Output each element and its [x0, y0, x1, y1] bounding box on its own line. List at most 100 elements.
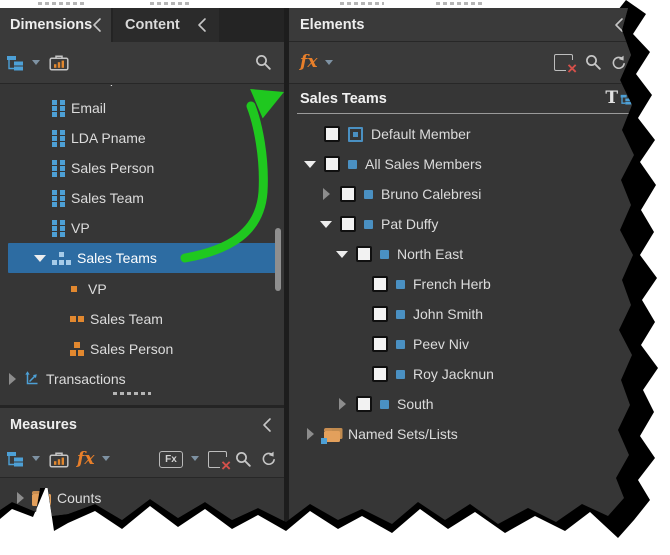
tree-row-sales-person-level[interactable]: Sales Person: [0, 334, 284, 364]
collapse-chevron-icon[interactable]: [197, 17, 207, 33]
checkbox[interactable]: [324, 156, 340, 172]
checkbox[interactable]: [324, 126, 340, 142]
left-column: Dimensions Content: [0, 8, 284, 555]
hierarchy-icon: [52, 252, 71, 265]
member-icon: [380, 400, 389, 409]
folder-icon: [32, 524, 51, 536]
chevron-down-icon[interactable]: [191, 456, 200, 462]
tab-content[interactable]: Content: [113, 8, 219, 42]
tree-item-label: Sales Team: [90, 311, 163, 327]
collapse-triangle-icon[interactable]: [304, 157, 316, 171]
element-label: Pat Duffy: [381, 216, 438, 232]
expand-icon[interactable]: [6, 372, 18, 386]
attribute-grid-icon: [52, 220, 65, 237]
chevron-down-icon[interactable]: [325, 60, 334, 66]
measure-case-icon[interactable]: [49, 451, 69, 468]
clear-selection-icon[interactable]: [554, 54, 573, 71]
element-row-south[interactable]: South: [289, 389, 670, 419]
element-row-john-smith[interactable]: John Smith: [289, 299, 670, 329]
tree-row-email[interactable]: Email: [0, 93, 284, 123]
search-icon[interactable]: [255, 54, 272, 71]
level-1-icon: [70, 286, 82, 292]
chevron-down-icon[interactable]: [32, 456, 41, 462]
named-sets-folder-icon: [324, 431, 340, 442]
element-row-peev-niv[interactable]: Peev Niv: [289, 329, 670, 359]
scrollbar-thumb[interactable]: [275, 228, 281, 291]
checkbox[interactable]: [372, 306, 388, 322]
title-separator: [297, 113, 634, 114]
element-row-all-sales-members[interactable]: All Sales Members: [289, 149, 670, 179]
tree-row-lda-pname[interactable]: LDA Pname: [0, 123, 284, 153]
element-label: John Smith: [413, 306, 483, 322]
element-row-french-herb[interactable]: French Herb: [289, 269, 670, 299]
checkbox[interactable]: [372, 366, 388, 382]
element-row-named-sets[interactable]: Named Sets/Lists: [289, 419, 670, 449]
element-row-pat-duffy[interactable]: Pat Duffy: [289, 209, 670, 239]
expand-icon[interactable]: [14, 491, 26, 505]
dimensions-toolbar: [0, 42, 284, 84]
fx-formula-icon[interactable]: fx: [77, 451, 94, 468]
attribute-grid-icon: [52, 160, 65, 177]
tree-view-icon[interactable]: [6, 451, 24, 467]
refresh-icon[interactable]: [260, 451, 276, 467]
search-icon[interactable]: [235, 451, 252, 468]
measures-header: Measures: [0, 408, 284, 441]
element-label: North East: [397, 246, 463, 262]
element-row-default-member[interactable]: Default Member: [289, 119, 670, 149]
tree-row-sales-team[interactable]: Sales Team: [0, 183, 284, 213]
tab-dimensions[interactable]: Dimensions: [0, 8, 111, 42]
expand-icon[interactable]: [320, 187, 332, 201]
chevron-down-icon[interactable]: [102, 456, 111, 462]
expand-icon[interactable]: [14, 521, 26, 535]
tree-item-label: LDA Pname: [71, 130, 146, 146]
torn-dots: [340, 2, 384, 5]
tree-row-sales-teams-selected[interactable]: Sales Teams: [8, 243, 278, 273]
expand-icon[interactable]: [336, 397, 348, 411]
tree-view-icon[interactable]: [6, 55, 24, 71]
collapse-chevron-icon[interactable]: [92, 17, 102, 33]
tree-row-vp[interactable]: VP: [0, 213, 284, 243]
tree-row-clipped[interactable]: Sales People: [0, 85, 284, 93]
measure-case-icon[interactable]: [49, 54, 69, 71]
tree-row-sales-team-level[interactable]: Sales Team: [0, 304, 284, 334]
element-row-north-east[interactable]: North East: [289, 239, 670, 269]
collapse-triangle-icon[interactable]: [336, 247, 348, 261]
measure-label: Counts: [57, 490, 101, 506]
collapse-triangle-icon[interactable]: [34, 251, 46, 265]
collapse-triangle-icon[interactable]: [320, 217, 332, 231]
fx-folder-icon[interactable]: Fx: [159, 451, 183, 468]
checkbox[interactable]: [372, 276, 388, 292]
tree-item-label: VP: [71, 220, 90, 236]
checkbox[interactable]: [340, 216, 356, 232]
torn-dots: [150, 2, 190, 5]
level-3-icon: [70, 342, 84, 356]
tree-item-label: VP: [88, 281, 107, 297]
chevron-down-icon[interactable]: [32, 60, 41, 66]
tree-row-transactions[interactable]: Transactions: [0, 364, 284, 394]
collapse-chevron-icon[interactable]: [262, 417, 272, 433]
element-label: Peev Niv: [413, 336, 469, 352]
measures-toolbar: fx Fx: [0, 441, 284, 478]
element-row-roy-jacknun[interactable]: Roy Jacknun: [289, 359, 670, 389]
clear-selection-icon[interactable]: [208, 451, 227, 468]
checkbox[interactable]: [356, 396, 372, 412]
checkbox[interactable]: [372, 336, 388, 352]
expand-icon[interactable]: [304, 427, 316, 441]
hierarchy-title: Sales Teams: [300, 91, 387, 107]
element-row-bruno-calebresi[interactable]: Bruno Calebresi: [289, 179, 670, 209]
member-icon: [396, 370, 405, 379]
torn-dots: [436, 2, 484, 5]
element-label: Default Member: [371, 126, 471, 142]
tree-row-sales-person[interactable]: Sales Person: [0, 153, 284, 183]
member-icon: [348, 160, 357, 169]
element-label: Named Sets/Lists: [348, 426, 458, 442]
torn-dots: [113, 392, 151, 395]
search-icon[interactable]: [585, 54, 602, 71]
fx-formula-icon[interactable]: fx: [300, 54, 317, 71]
checkbox[interactable]: [340, 186, 356, 202]
tree-item-label: Sales Person: [71, 160, 154, 176]
tree-row-vp-level[interactable]: VP: [0, 274, 284, 304]
checkbox[interactable]: [356, 246, 372, 262]
hierarchy-title-row: Sales Teams T: [289, 84, 670, 113]
refresh-icon[interactable]: [610, 55, 626, 71]
